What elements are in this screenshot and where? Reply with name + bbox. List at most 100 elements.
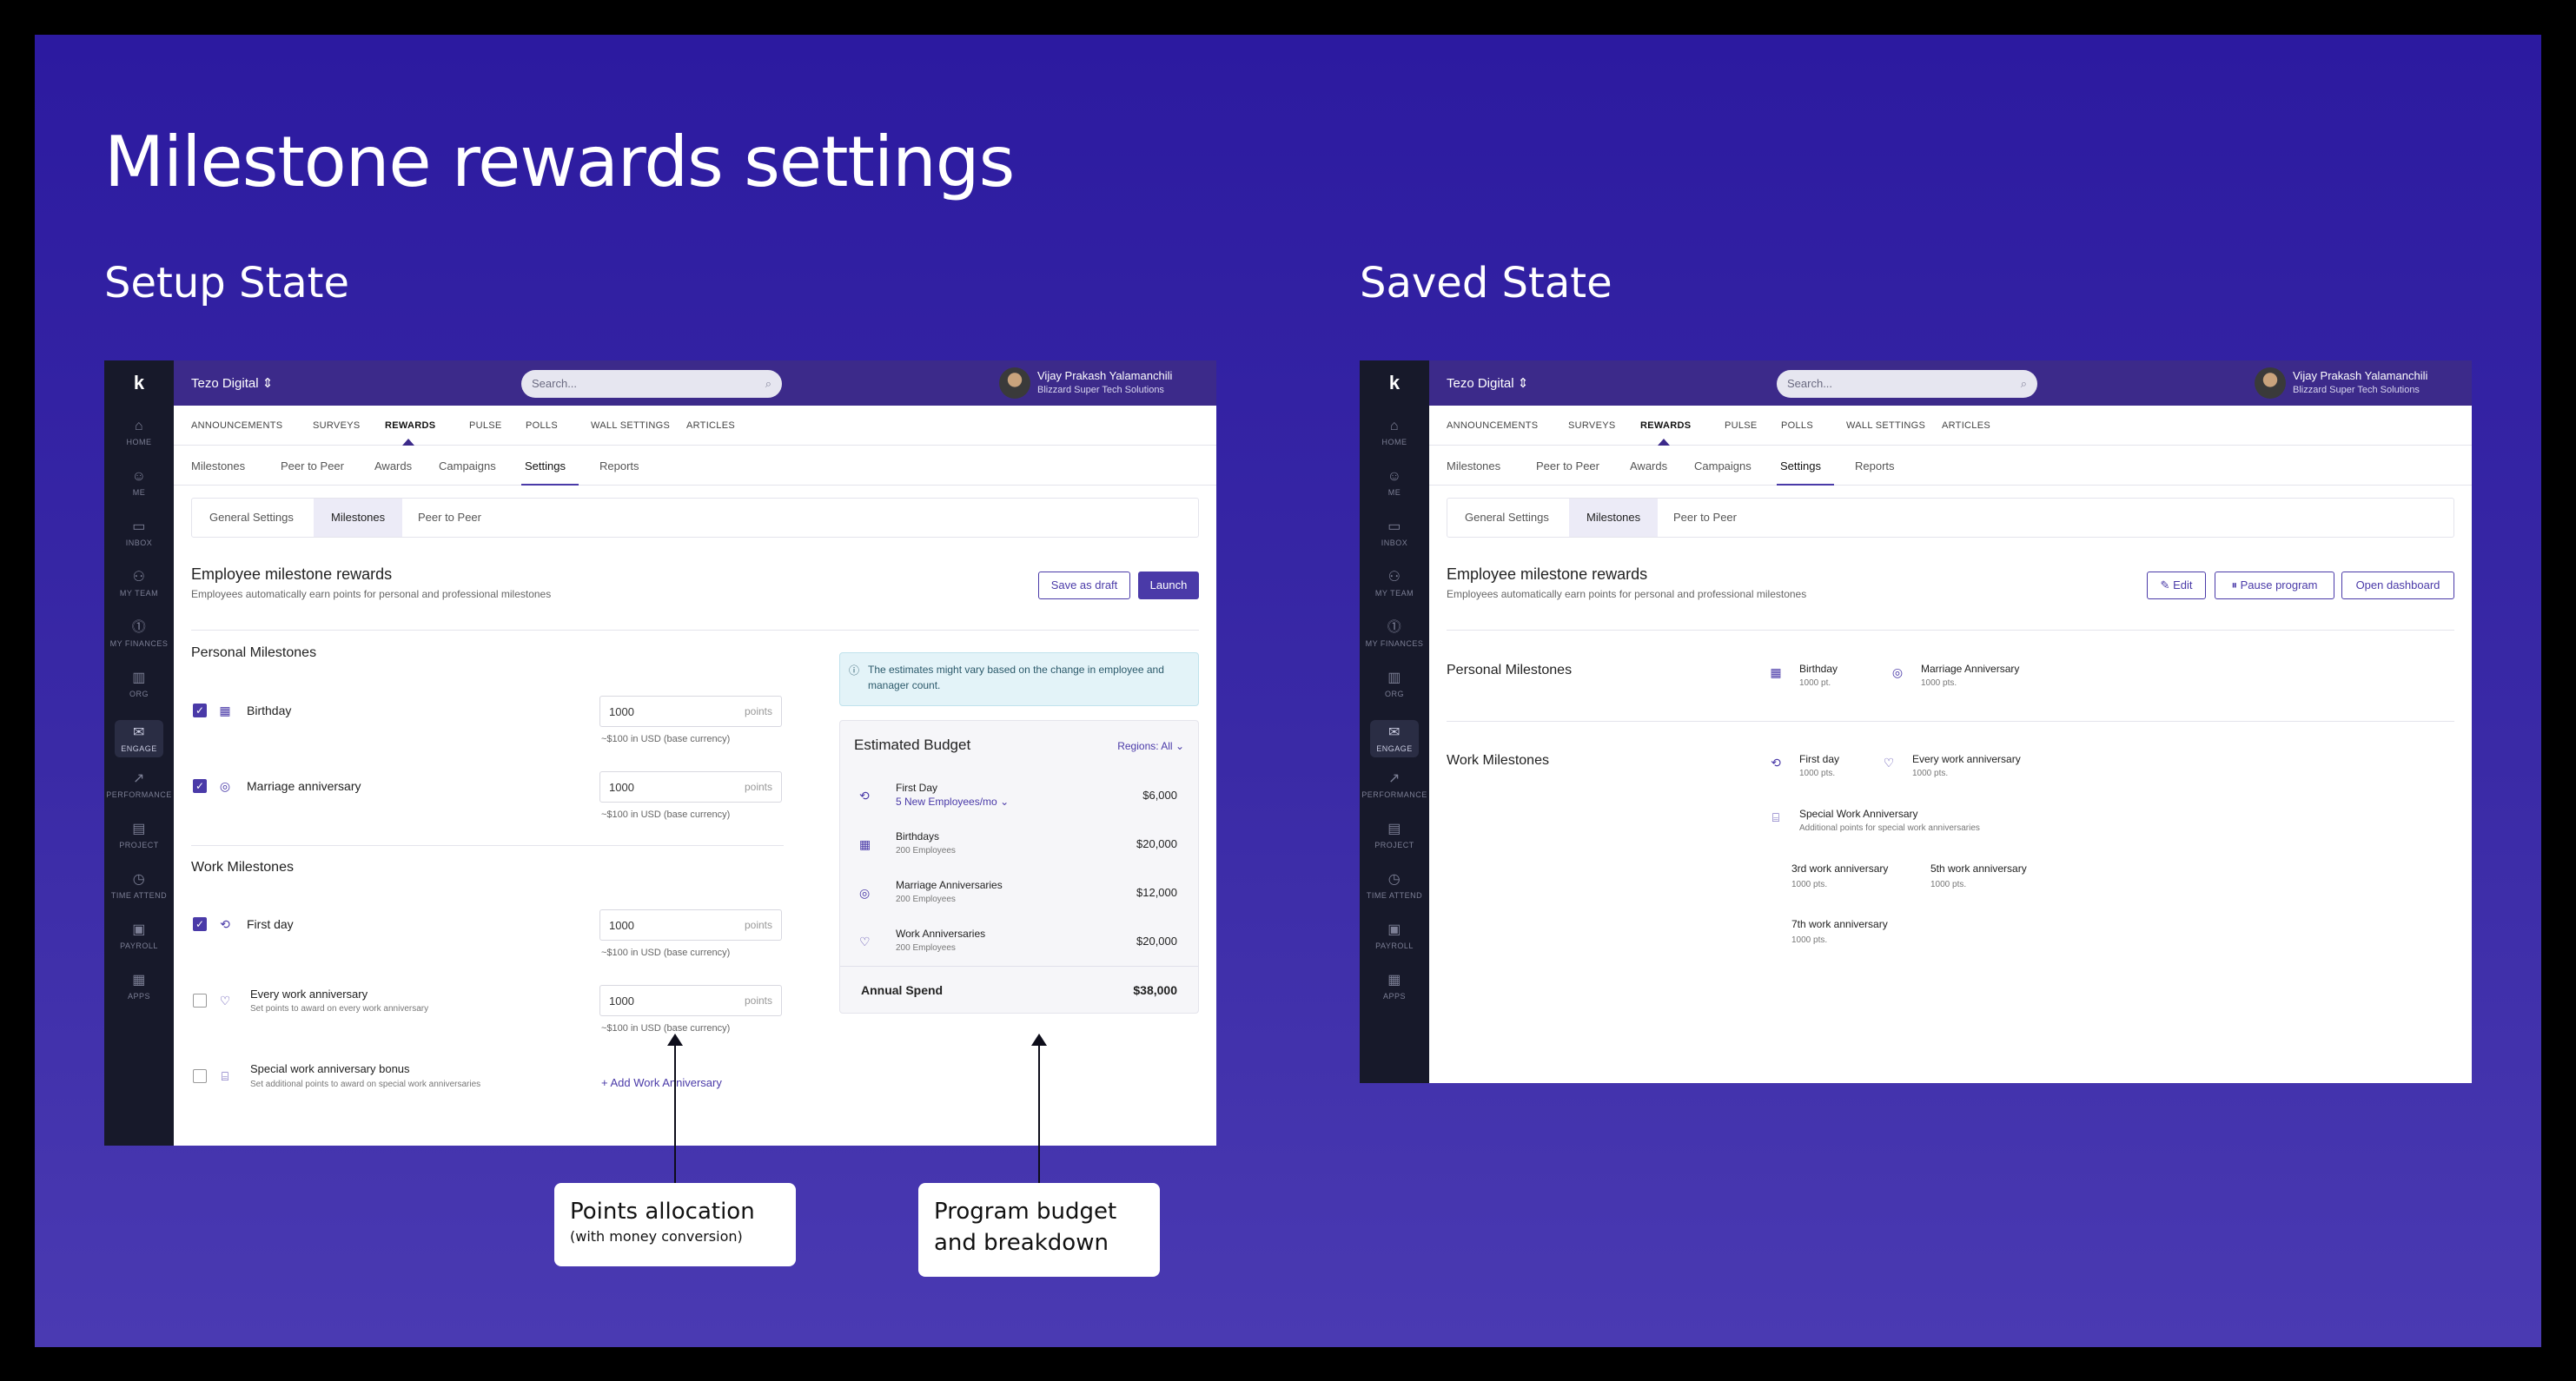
subtab-settings[interactable]: Settings <box>1780 459 1821 472</box>
app-logo: k <box>133 372 145 393</box>
subtab-reports[interactable]: Reports <box>599 459 639 472</box>
special-anniversary-checkbox[interactable] <box>193 1069 207 1083</box>
sidebar-item-payroll[interactable]: ▣ PAYROLL <box>104 922 174 950</box>
new-employees-dropdown[interactable]: 5 New Employees/mo ⌄ <box>896 796 1009 808</box>
org-switcher[interactable]: Tezo Digital ⇕ <box>191 375 273 391</box>
sidebar-item-time-attend[interactable]: ◷ TIME ATTEND <box>104 871 174 900</box>
tab-rewards[interactable]: REWARDS <box>1640 420 1691 431</box>
pause-icon: ⏸ <box>2231 578 2237 591</box>
settings-tab-milestones[interactable]: Milestones <box>1569 499 1659 537</box>
budget-row-amount: $6,000 <box>1142 789 1177 802</box>
user-profile[interactable]: Vijay Prakash Yalamanchili Blizzard Supe… <box>999 367 1199 399</box>
sidebar-item-project[interactable]: ▤ PROJECT <box>1360 821 1429 849</box>
subtab-peer-to-peer[interactable]: Peer to Peer <box>1536 459 1599 472</box>
sidebar-item-me[interactable]: ☺ ME <box>104 468 174 497</box>
sidebar-item-payroll[interactable]: ▣ PAYROLL <box>1360 922 1429 950</box>
tab-announcements[interactable]: ANNOUNCEMENTS <box>1447 420 1538 431</box>
sidebar-item-inbox[interactable]: ▭ INBOX <box>1360 519 1429 547</box>
milestone-name: Every work anniversary <box>1912 753 2021 765</box>
work-anniversary-points-input[interactable]: 1000 points <box>599 985 782 1016</box>
birthday-conversion: ~$100 in USD (base currency) <box>601 734 731 744</box>
sidebar-item-my-finances[interactable]: ⓵ MY FINANCES <box>1360 619 1429 648</box>
settings-tab-milestones[interactable]: Milestones <box>314 499 403 537</box>
subtab-milestones[interactable]: Milestones <box>191 459 245 472</box>
open-dashboard-button[interactable]: Open dashboard <box>2341 572 2454 599</box>
subtab-settings[interactable]: Settings <box>525 459 566 472</box>
sidebar-item-label: ME <box>1387 488 1401 497</box>
tab-announcements[interactable]: ANNOUNCEMENTS <box>191 420 282 431</box>
pause-program-button[interactable]: ⏸ Pause program <box>2215 572 2334 599</box>
save-draft-button[interactable]: Save as draft <box>1038 572 1130 599</box>
subtab-awards[interactable]: Awards <box>1630 459 1667 472</box>
performance-icon: ↗ <box>1388 771 1401 786</box>
search-input[interactable]: Search... ⌕ <box>521 370 782 398</box>
org-switcher[interactable]: Tezo Digital ⇕ <box>1447 375 1528 391</box>
input-unit: points <box>744 994 772 1007</box>
personal-milestones-heading: Personal Milestones <box>1447 663 1573 677</box>
sidebar-item-time-attend[interactable]: ◷ TIME ATTEND <box>1360 871 1429 900</box>
tab-wall-settings[interactable]: WALL SETTINGS <box>1846 420 1925 431</box>
sidebar-item-label: PROJECT <box>1374 841 1414 849</box>
tab-pulse[interactable]: PULSE <box>469 420 502 431</box>
sidebar-item-home[interactable]: ⌂ HOME <box>104 418 174 446</box>
sidebar-item-home[interactable]: ⌂ HOME <box>1360 418 1429 446</box>
launch-button[interactable]: Launch <box>1138 572 1199 599</box>
subtab-peer-to-peer[interactable]: Peer to Peer <box>281 459 344 472</box>
subtab-campaigns[interactable]: Campaigns <box>1694 459 1752 472</box>
marriage-points-input[interactable]: 1000 points <box>599 771 782 803</box>
search-input[interactable]: Search... ⌕ <box>1777 370 2037 398</box>
tab-articles[interactable]: ARTICLES <box>1942 420 1990 431</box>
sidebar-item-apps[interactable]: ▦ APPS <box>1360 972 1429 1001</box>
regions-dropdown[interactable]: Regions: All ⌄ <box>1117 740 1184 752</box>
settings-tab-peer-to-peer[interactable]: Peer to Peer <box>1656 499 1754 537</box>
rewards-subtabs: Milestones Peer to Peer Awards Campaigns Set… <box>1429 446 2472 486</box>
sidebar-item-apps[interactable]: ▦ APPS <box>104 972 174 1001</box>
sidebar-item-label: PROJECT <box>119 841 159 849</box>
sidebar-item-engage[interactable]: ✉ ENGAGE <box>1370 720 1419 757</box>
first-day-checkbox[interactable]: ✓ <box>193 917 207 931</box>
sidebar-item-my-team[interactable]: ⚇ MY TEAM <box>1360 569 1429 598</box>
sidebar-item-me[interactable]: ☺ ME <box>1360 468 1429 497</box>
settings-tab-peer-to-peer[interactable]: Peer to Peer <box>401 499 499 537</box>
sidebar-item-project[interactable]: ▤ PROJECT <box>104 821 174 849</box>
subtab-reports[interactable]: Reports <box>1855 459 1895 472</box>
sidebar-item-org[interactable]: ▥ ORG <box>104 670 174 698</box>
engage-icon: ✉ <box>133 725 145 740</box>
sidebar-item-my-team[interactable]: ⚇ MY TEAM <box>104 569 174 598</box>
tab-surveys[interactable]: SURVEYS <box>313 420 360 431</box>
tab-polls[interactable]: POLLS <box>1781 420 1813 431</box>
regions-value: Regions: All <box>1117 740 1173 752</box>
sidebar-item-org[interactable]: ▥ ORG <box>1360 670 1429 698</box>
subtab-campaigns[interactable]: Campaigns <box>439 459 496 472</box>
sidebar-item-label: ENGAGE <box>1376 744 1413 753</box>
sidebar-item-performance[interactable]: ↗ PERFORMANCE <box>104 770 174 799</box>
settings-tab-general-settings[interactable]: General Settings <box>1447 499 1566 537</box>
sidebar-item-inbox[interactable]: ▭ INBOX <box>104 519 174 547</box>
tab-surveys[interactable]: SURVEYS <box>1568 420 1615 431</box>
edit-button[interactable]: ✎ Edit <box>2147 572 2206 599</box>
tab-wall-settings[interactable]: WALL SETTINGS <box>591 420 670 431</box>
birthday-points-input[interactable]: 1000 points <box>599 696 782 727</box>
sidebar-item-performance[interactable]: ↗ PERFORMANCE <box>1360 770 1429 799</box>
subtab-milestones[interactable]: Milestones <box>1447 459 1500 472</box>
budget-row-name: Work Anniversaries <box>896 928 986 940</box>
sidebar-item-label: HOME <box>1381 438 1407 446</box>
birthday-checkbox[interactable]: ✓ <box>193 704 207 717</box>
first-day-points-input[interactable]: 1000 points <box>599 909 782 941</box>
cake-icon: ▦ <box>219 704 231 717</box>
tab-pulse[interactable]: PULSE <box>1725 420 1758 431</box>
marriage-checkbox[interactable]: ✓ <box>193 779 207 793</box>
tab-polls[interactable]: POLLS <box>526 420 558 431</box>
avatar <box>2255 367 2286 399</box>
sidebar-item-my-finances[interactable]: ⓵ MY FINANCES <box>104 619 174 648</box>
setup-app-window: k ⌂ HOME ☺ ME ▭ INBOX ⚇ MY TEAM ⓵ MY FINANCES ▥ ORG… <box>104 360 1216 1146</box>
sidebar-item-engage[interactable]: ✉ ENGAGE <box>115 720 163 757</box>
subtab-awards[interactable]: Awards <box>374 459 412 472</box>
settings-tab-general-settings[interactable]: General Settings <box>192 499 311 537</box>
work-anniversary-checkbox[interactable] <box>193 994 207 1008</box>
user-profile[interactable]: Vijay Prakash Yalamanchili Blizzard Supe… <box>2255 367 2454 399</box>
tab-rewards[interactable]: REWARDS <box>385 420 435 431</box>
work-anniversary-sub: Set points to award on every work annive… <box>250 1004 429 1014</box>
add-work-anniversary-link[interactable]: + Add Work Anniversary <box>601 1076 722 1089</box>
tab-articles[interactable]: ARTICLES <box>686 420 735 431</box>
